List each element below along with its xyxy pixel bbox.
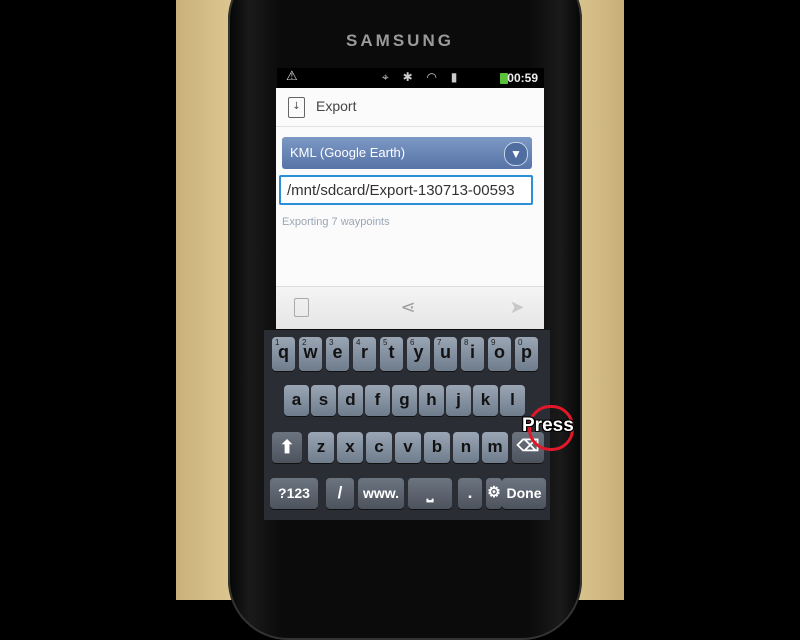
action-bar: ⋖ ➤: [276, 286, 544, 329]
key-g[interactable]: g: [392, 385, 417, 416]
press-annotation: Press: [522, 415, 574, 436]
status-bar: ⚠ ⌖ ✱ ◠ ▮ 00:59: [277, 68, 544, 88]
share-icon[interactable]: ⋖: [393, 295, 423, 321]
send-icon[interactable]: ➤: [502, 295, 532, 321]
sdcard-icon[interactable]: [286, 295, 316, 321]
soft-keyboard: 1q 2w 3e 4r 5t 6y 7u 8i 9o 0p a s d f g …: [264, 330, 550, 520]
status-time: 00:59: [507, 71, 538, 85]
key-n[interactable]: n: [453, 432, 479, 463]
status-icons: ⌖ ✱ ◠ ▮: [382, 70, 463, 84]
key-q[interactable]: 1q: [272, 337, 295, 371]
key-f[interactable]: f: [365, 385, 390, 416]
export-dialog: ↓ Export KML (Google Earth) ▼ /mnt/sdcar…: [276, 88, 544, 329]
slash-key[interactable]: /: [326, 478, 354, 509]
chevron-down-icon[interactable]: ▼: [504, 142, 528, 166]
symbols-key[interactable]: ?123: [270, 478, 318, 509]
key-j[interactable]: j: [446, 385, 471, 416]
format-select[interactable]: KML (Google Earth) ▼: [282, 137, 532, 169]
path-input[interactable]: /mnt/sdcard/Export-130713-00593: [279, 175, 533, 205]
dot-key[interactable]: .: [458, 478, 482, 509]
dialog-title: Export: [316, 98, 357, 114]
space-key[interactable]: ⎵: [408, 478, 452, 509]
key-s[interactable]: s: [311, 385, 336, 416]
key-z[interactable]: z: [308, 432, 334, 463]
key-b[interactable]: b: [424, 432, 450, 463]
key-x[interactable]: x: [337, 432, 363, 463]
key-w[interactable]: 2w: [299, 337, 322, 371]
www-key[interactable]: www.: [358, 478, 404, 509]
key-l[interactable]: l: [500, 385, 525, 416]
key-o[interactable]: 9o: [488, 337, 511, 371]
brand-logo: SAMSUNG: [346, 31, 454, 50]
shift-key[interactable]: ⬆: [272, 432, 302, 463]
settings-icon[interactable]: ⚙: [486, 478, 502, 509]
key-h[interactable]: h: [419, 385, 444, 416]
key-k[interactable]: k: [473, 385, 498, 416]
dialog-header: ↓ Export: [276, 88, 544, 127]
key-m[interactable]: m: [482, 432, 508, 463]
warning-icon: ⚠: [286, 69, 298, 84]
export-icon: ↓: [288, 97, 305, 118]
key-i[interactable]: 8i: [461, 337, 484, 371]
key-p[interactable]: 0p: [515, 337, 538, 371]
export-status-text: Exporting 7 waypoints: [282, 216, 390, 228]
key-a[interactable]: a: [284, 385, 309, 416]
key-r[interactable]: 4r: [353, 337, 376, 371]
key-e[interactable]: 3e: [326, 337, 349, 371]
key-u[interactable]: 7u: [434, 337, 457, 371]
key-v[interactable]: v: [395, 432, 421, 463]
done-key[interactable]: Done: [502, 478, 546, 509]
key-d[interactable]: d: [338, 385, 363, 416]
key-t[interactable]: 5t: [380, 337, 403, 371]
format-select-value: KML (Google Earth): [290, 145, 406, 160]
key-c[interactable]: c: [366, 432, 392, 463]
key-y[interactable]: 6y: [407, 337, 430, 371]
